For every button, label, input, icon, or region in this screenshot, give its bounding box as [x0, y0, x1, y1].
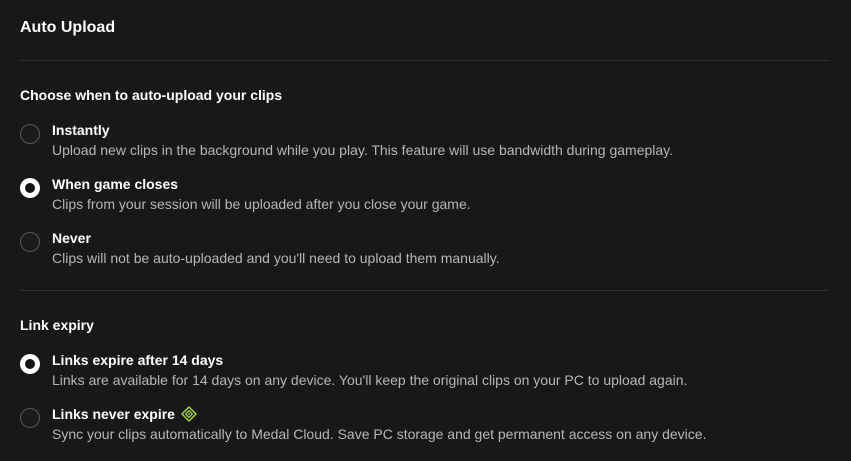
option-description: Clips from your session will be uploaded…	[52, 196, 471, 212]
option-label-text: Links never expire	[52, 406, 175, 422]
option-never[interactable]: Never Clips will not be auto-uploaded an…	[20, 229, 829, 273]
radio-when-game-closes[interactable]	[20, 178, 40, 198]
option-label: Never	[52, 230, 91, 246]
auto-upload-section-title: Choose when to auto-upload your clips	[20, 87, 283, 103]
option-label: When game closes	[52, 176, 179, 192]
option-label: Links expire after 14 days	[52, 352, 224, 368]
radio-instantly[interactable]	[20, 124, 40, 144]
divider	[20, 60, 829, 61]
page-title: Auto Upload	[20, 19, 116, 36]
option-description: Upload new clips in the background while…	[52, 142, 674, 158]
auto-upload-settings-page: Auto Upload Choose when to auto-upload y…	[0, 0, 851, 461]
option-label: Instantly	[52, 122, 110, 138]
link-expiry-section-title: Link expiry	[20, 317, 94, 333]
divider	[20, 290, 829, 291]
option-links-expire-14-days[interactable]: Links expire after 14 days Links are ava…	[20, 351, 829, 395]
option-description: Links are available for 14 days on any d…	[52, 372, 688, 388]
option-description: Sync your clips automatically to Medal C…	[52, 426, 707, 442]
option-instantly[interactable]: Instantly Upload new clips in the backgr…	[20, 121, 829, 165]
radio-links-never-expire[interactable]	[20, 408, 40, 428]
premium-diamond-icon	[181, 406, 197, 422]
radio-never[interactable]	[20, 232, 40, 252]
option-when-game-closes[interactable]: When game closes Clips from your session…	[20, 175, 829, 219]
option-links-never-expire[interactable]: Links never expire Sync your clips autom…	[20, 405, 829, 449]
radio-links-expire-14-days[interactable]	[20, 354, 40, 374]
option-label-with-badge: Links never expire	[52, 405, 197, 423]
option-description: Clips will not be auto-uploaded and you'…	[52, 250, 500, 266]
